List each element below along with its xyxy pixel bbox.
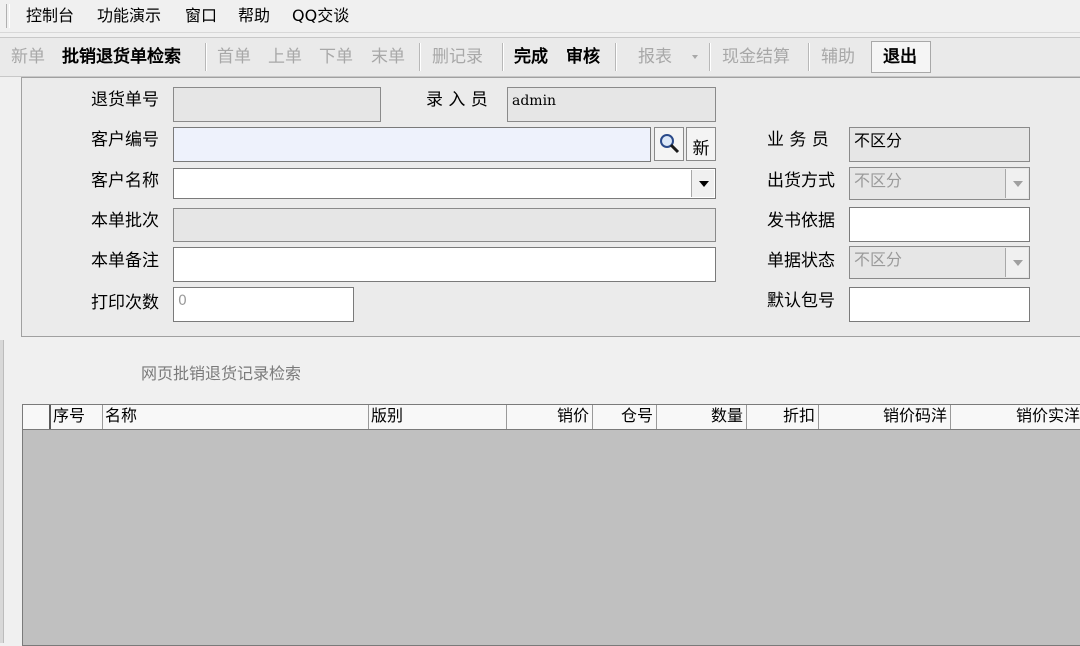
customer-name-label: 客户名称: [91, 171, 159, 191]
column-header-name[interactable]: 名称: [103, 405, 369, 429]
toolbar-separator: [615, 43, 617, 71]
customer-lookup-button[interactable]: [654, 127, 684, 161]
customer-code-label: 客户编号: [91, 130, 159, 150]
menu-qq-chat[interactable]: QQ交谈: [292, 6, 349, 26]
new-customer-button[interactable]: 新: [686, 127, 716, 161]
toolbar-separator: [808, 43, 810, 71]
batch-field[interactable]: [173, 208, 716, 242]
toolbar-separator: [205, 43, 207, 71]
return-no-label: 退货单号: [91, 90, 159, 110]
default-package-input[interactable]: [849, 287, 1030, 322]
doc-status-value: 不区分: [854, 250, 903, 269]
column-header-quantity[interactable]: 数量: [657, 405, 747, 429]
remark-label: 本单备注: [91, 251, 159, 271]
toolbar-separator: [502, 43, 504, 71]
records-grid[interactable]: 序号 名称 版别 销价 仓号 数量 折扣 销价码洋 销价实洋: [22, 404, 1080, 646]
column-header-edition[interactable]: 版别: [369, 405, 507, 429]
customer-code-input[interactable]: [173, 127, 651, 162]
issue-basis-input[interactable]: [849, 207, 1030, 242]
search-button[interactable]: 批销退货单检索: [62, 47, 181, 67]
entered-by-value: admin: [512, 93, 557, 109]
report-dropdown-icon[interactable]: [692, 55, 698, 59]
grid-header: 序号 名称 版别 销价 仓号 数量 折扣 销价码洋 销价实洋: [23, 405, 1080, 430]
chevron-down-icon: [1013, 260, 1023, 266]
audit-button[interactable]: 审核: [566, 47, 600, 67]
entered-by-label: 录 入 员: [426, 90, 488, 110]
row-indicator-header: [23, 405, 51, 429]
chevron-down-icon: [699, 181, 709, 187]
doc-status-label: 单据状态: [767, 251, 835, 271]
menu-help[interactable]: 帮助: [238, 6, 270, 26]
toolbar-separator: [709, 43, 711, 71]
remark-input[interactable]: [173, 247, 716, 282]
doc-status-select[interactable]: 不区分: [849, 246, 1030, 279]
customer-name-select[interactable]: [173, 168, 716, 199]
cash-settle-button[interactable]: 现金结算: [722, 47, 790, 67]
delete-record-button[interactable]: 删记录: [432, 47, 483, 67]
prev-button[interactable]: 上单: [268, 47, 302, 67]
last-button[interactable]: 末单: [371, 47, 405, 67]
complete-button[interactable]: 完成: [514, 47, 548, 67]
column-header-discount[interactable]: 折扣: [747, 405, 819, 429]
entered-by-field[interactable]: admin: [507, 87, 716, 122]
menu-console[interactable]: 控制台: [26, 6, 74, 26]
ship-method-label: 出货方式: [767, 171, 835, 191]
exit-button[interactable]: 退出: [883, 47, 917, 67]
menu-demo[interactable]: 功能演示: [97, 6, 161, 26]
customer-name-dropdown-button[interactable]: [691, 170, 714, 197]
chevron-down-icon: [1013, 181, 1023, 187]
column-header-index[interactable]: 序号: [51, 405, 103, 429]
new-button[interactable]: 新单: [11, 47, 45, 67]
search-icon: [660, 134, 680, 154]
print-count-input[interactable]: 0: [173, 287, 354, 322]
window-left-edge: [0, 340, 4, 643]
menu-bar: 控制台 功能演示 窗口 帮助 QQ交谈: [0, 0, 1080, 33]
section-title: 网页批销退货记录检索: [141, 364, 302, 383]
toolbar-separator: [419, 43, 421, 71]
default-package-label: 默认包号: [767, 291, 835, 311]
next-button[interactable]: 下单: [319, 47, 353, 67]
column-header-warehouse[interactable]: 仓号: [593, 405, 657, 429]
return-no-field[interactable]: [173, 87, 381, 122]
ship-method-select[interactable]: 不区分: [849, 167, 1030, 200]
column-header-gross-amount[interactable]: 销价码洋: [819, 405, 951, 429]
first-button[interactable]: 首单: [217, 47, 251, 67]
salesman-value: 不区分: [854, 131, 903, 150]
menu-window[interactable]: 窗口: [185, 6, 217, 26]
toolbar: 新单 批销退货单检索 首单 上单 下单 末单 删记录 完成 审核 报表 现金结算…: [0, 37, 1080, 77]
report-button[interactable]: 报表: [638, 47, 672, 67]
issue-basis-label: 发书依据: [767, 211, 835, 231]
assist-button[interactable]: 辅助: [821, 47, 855, 67]
new-customer-label: 新: [692, 139, 710, 159]
column-header-net-amount[interactable]: 销价实洋: [951, 405, 1080, 429]
ship-method-dropdown-button[interactable]: [1005, 169, 1028, 198]
column-header-price[interactable]: 销价: [507, 405, 593, 429]
salesman-field[interactable]: 不区分: [849, 127, 1030, 162]
batch-label: 本单批次: [91, 211, 159, 231]
menubar-grip: [6, 4, 10, 28]
doc-status-dropdown-button[interactable]: [1005, 248, 1028, 277]
print-count-label: 打印次数: [91, 293, 159, 313]
print-count-value: 0: [178, 293, 187, 309]
salesman-label: 业 务 员: [767, 130, 829, 150]
ship-method-value: 不区分: [854, 171, 903, 190]
